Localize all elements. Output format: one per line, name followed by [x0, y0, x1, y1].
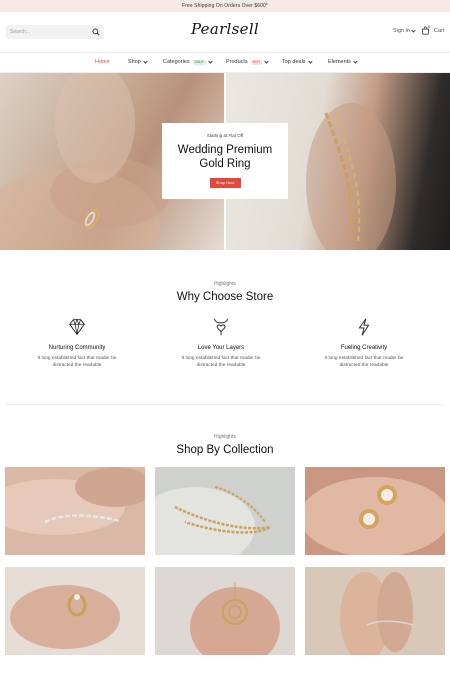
collection-title: Shop By Collection — [176, 444, 274, 456]
sale-badge: SALE — [192, 59, 206, 65]
feature-desc-line2: distracted the readable — [52, 363, 102, 368]
feature-desc: It long established fact that reader be … — [17, 355, 137, 369]
collection-tile-earrings[interactable] — [305, 467, 445, 555]
feature-desc: It long established fact that reader be … — [161, 355, 281, 369]
collection-tile-pendant[interactable] — [155, 567, 295, 655]
feature-title: Fueling Creativity — [340, 345, 388, 351]
feature-desc-line1: It long established fact that reader be — [181, 356, 261, 361]
collection-kicker: Highlights — [214, 434, 236, 440]
nav-shop-label: Shop — [128, 59, 141, 65]
chevron-down-icon — [207, 58, 213, 64]
signin-link[interactable]: Sign In — [393, 27, 416, 34]
collection-grid — [0, 467, 450, 655]
collection-tile-rings[interactable] — [5, 567, 145, 655]
chain-necklace-photo — [155, 467, 295, 555]
search-input[interactable] — [6, 25, 90, 39]
pendant-photo — [155, 567, 295, 655]
shop-now-button[interactable]: Shop Now — [209, 178, 241, 188]
hero-card: Starting at Flat Off Wedding Premium Gol… — [162, 123, 288, 199]
nav-elements-label: Elements — [328, 59, 351, 65]
chevron-down-icon — [307, 58, 313, 64]
nav-item-home[interactable]: Home — [95, 59, 110, 65]
search-icon[interactable] — [92, 28, 100, 36]
lightning-icon — [358, 318, 370, 336]
feature-item: Love Your Layers It long established fac… — [161, 316, 281, 369]
gold-ring-photo — [5, 567, 145, 655]
hero-title-line2: Gold Ring — [199, 158, 251, 170]
nav-item-products[interactable]: Products HOT — [226, 58, 269, 65]
collection-tile-anklet[interactable] — [305, 567, 445, 655]
hot-badge: HOT — [250, 59, 263, 65]
features-row: Nurturing Community It long established … — [0, 316, 450, 376]
hero-title: Wedding Premium Gold Ring — [162, 143, 288, 171]
search-box — [6, 25, 104, 39]
feature-item: Nurturing Community It long established … — [17, 316, 137, 369]
feature-title: Love Your Layers — [197, 345, 245, 351]
collection-tile-necklace[interactable] — [155, 467, 295, 555]
nav-home-label: Home — [95, 59, 110, 65]
heart-pendant-icon — [214, 318, 228, 336]
section-divider — [6, 404, 444, 405]
header: Pearlsell Sign In 0 Cart — [0, 12, 450, 52]
pearl-earrings-photo — [305, 467, 445, 555]
feature-desc-line2: distracted the readable — [339, 363, 389, 368]
nav-item-shop[interactable]: Shop — [128, 58, 148, 65]
anklet-photo — [305, 567, 445, 655]
hero-kicker: Starting at Flat Off — [206, 133, 244, 138]
chevron-down-icon — [264, 58, 269, 64]
nav-item-categories[interactable]: Categories SALE — [163, 58, 213, 65]
hero-title-line1: Wedding Premium — [177, 144, 273, 156]
feature-desc-line2: distracted the readable — [196, 363, 246, 368]
feature-desc-line1: It long established fact that reader be — [37, 356, 117, 361]
site-logo[interactable]: Pearlsell — [175, 20, 275, 38]
feature-title: Nurturing Community — [48, 345, 106, 351]
cart-link[interactable]: 0 Cart — [421, 24, 445, 35]
hero-banner: Starting at Flat Off Wedding Premium Gol… — [0, 73, 450, 250]
bag-icon: 0 — [421, 24, 431, 35]
collection-tile-bracelet[interactable] — [5, 467, 145, 555]
chevron-down-icon — [411, 27, 416, 33]
feature-desc: It long established fact that reader be … — [304, 355, 424, 369]
nav-item-elements[interactable]: Elements — [328, 58, 358, 65]
announcement-bar: Free Shipping On Orders Over $600* — [0, 0, 450, 12]
nav-top-deals-label: Top deals — [282, 59, 306, 65]
nav-item-top-deals[interactable]: Top deals — [282, 58, 313, 65]
chevron-down-icon — [353, 58, 358, 64]
chevron-down-icon — [143, 58, 148, 64]
cart-count: 0 — [428, 24, 431, 29]
nav-categories-label: Categories — [163, 59, 190, 65]
main-nav: Home Shop Categories SALE Products HOT T… — [0, 52, 450, 73]
feature-item: Fueling Creativity It long established f… — [304, 316, 424, 369]
collection-section-header: Highlights Shop By Collection — [0, 434, 450, 456]
why-title: Why Choose Store — [176, 291, 274, 303]
nav-products-label: Products — [226, 59, 248, 65]
why-kicker: Highlights — [214, 281, 236, 287]
feature-desc-line1: It long established fact that reader be — [324, 356, 404, 361]
diamond-icon — [69, 318, 85, 336]
signin-label: Sign In — [393, 28, 411, 34]
why-section-header: Highlights Why Choose Store — [0, 281, 450, 303]
bracelet-photo — [5, 467, 145, 555]
cart-label: Cart — [434, 27, 445, 34]
announcement-text: Free Shipping On Orders Over $600* — [182, 3, 268, 9]
